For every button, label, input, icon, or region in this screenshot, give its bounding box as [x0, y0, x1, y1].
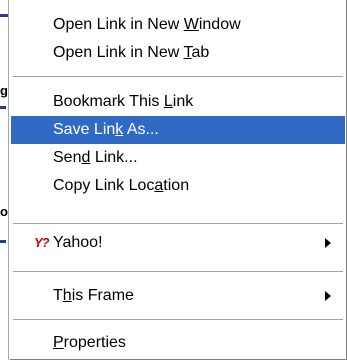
menu-item-open-link-new-tab[interactable]: Open Link in New Tab [11, 39, 345, 67]
menu-item-label: Open Link in New Tab [53, 44, 210, 61]
link-fragment [0, 14, 8, 17]
menu-item-label: Open Link in New Window [53, 16, 241, 33]
menu-item-label: Bookmark This Link [53, 93, 194, 110]
menu-item-open-link-new-window[interactable]: Open Link in New Window [11, 11, 345, 39]
text-fragment: g [0, 84, 8, 98]
menu-item-properties[interactable]: Properties [11, 329, 345, 357]
menu-item-label: Copy Link Location [53, 177, 190, 194]
menu-separator [13, 223, 343, 225]
menu-item-save-link-as[interactable]: Save Link As... [11, 116, 345, 144]
link-fragment [0, 240, 6, 243]
menu-item-copy-link-location[interactable]: Copy Link Location [11, 172, 345, 200]
context-menu: Open Link in New Window Open Link in New… [8, 0, 347, 360]
menu-separator [13, 271, 343, 273]
menu-item-send-link[interactable]: Send Link... [11, 144, 345, 172]
menu-separator [13, 319, 343, 321]
menu-item-yahoo[interactable]: Y? Yahoo! [11, 229, 345, 257]
menu-item-label: This Frame [53, 287, 134, 304]
text-fragment: o [0, 205, 8, 219]
menu-item-this-frame[interactable]: This Frame [11, 282, 345, 310]
menu-separator [13, 76, 343, 78]
submenu-arrow-icon [325, 238, 331, 248]
menu-item-label: Yahoo! [53, 234, 103, 251]
menu-item-label: Save Link As... [53, 121, 159, 138]
link-fragment [0, 106, 6, 109]
yahoo-icon: Y? [34, 235, 50, 250]
menu-item-label: Send Link... [53, 149, 138, 166]
submenu-arrow-icon [325, 291, 331, 301]
menu-item-label: Properties [53, 334, 126, 351]
menu-item-bookmark-this-link[interactable]: Bookmark This Link [11, 88, 345, 116]
